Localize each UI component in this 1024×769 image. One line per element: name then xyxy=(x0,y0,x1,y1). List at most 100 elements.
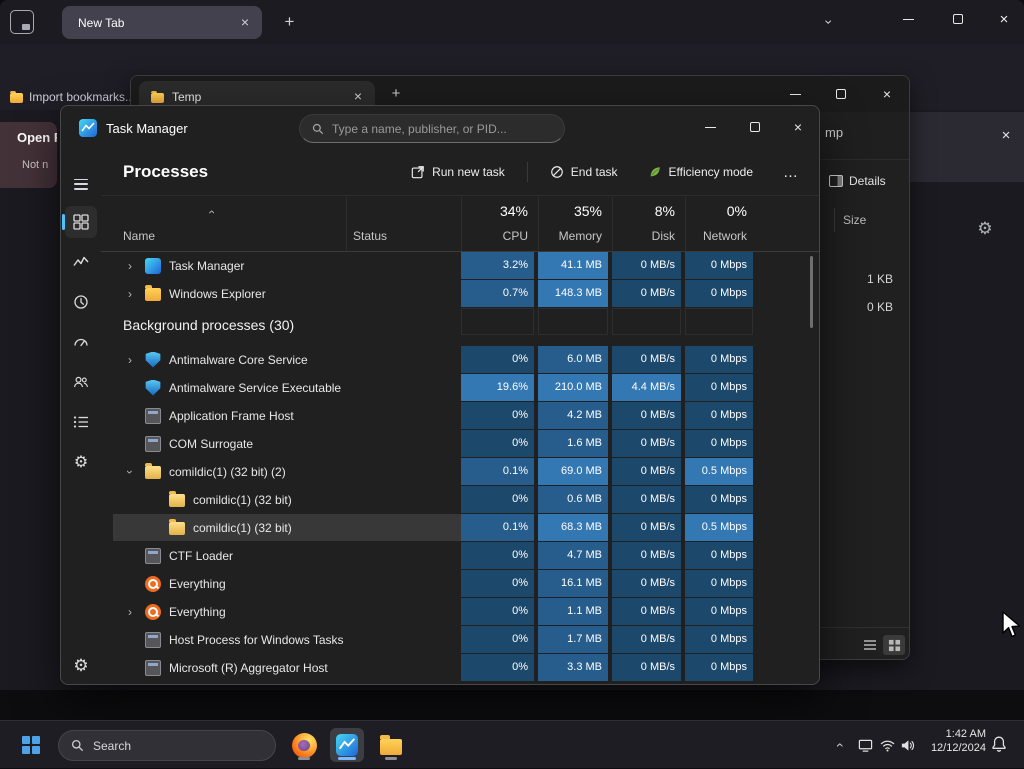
column-name[interactable]: › Name xyxy=(113,197,346,251)
taskbar-firefox-icon[interactable] xyxy=(287,728,321,762)
explorer-tab-close-icon[interactable]: × xyxy=(349,88,367,106)
process-row[interactable]: comildic(1) (32 bit) 0.1% 68.3 MB 0 MB/s 0.5… xyxy=(113,514,819,541)
search-input[interactable] xyxy=(332,121,552,136)
collapse-chevron-icon[interactable]: › xyxy=(204,210,218,214)
scrollbar-thumb[interactable] xyxy=(810,256,813,328)
efficiency-mode-button[interactable]: Efficiency mode xyxy=(640,160,762,184)
explorer-close-button[interactable]: × xyxy=(864,76,909,112)
name-cell: › Windows Explorer xyxy=(113,280,346,307)
expand-chevron-icon[interactable]: › xyxy=(123,605,137,619)
process-row[interactable]: Antimalware Service Executable 19.6% 210.0… xyxy=(113,374,819,401)
tab-close-icon[interactable]: × xyxy=(236,14,254,32)
details-pane-toggle[interactable]: Details xyxy=(829,174,886,188)
settings-gear-icon[interactable]: ⚙ xyxy=(69,654,93,678)
nav-startup-apps-icon[interactable] xyxy=(65,326,97,358)
tm-close-button[interactable]: × xyxy=(777,112,819,142)
disk-cell: 0 MB/s xyxy=(612,458,681,485)
thumbnails-view-icon[interactable] xyxy=(883,635,905,655)
notification-bar-fragment: × xyxy=(910,112,1024,182)
taskbar-task-manager-icon[interactable] xyxy=(330,728,364,762)
column-memory[interactable]: 35% Memory xyxy=(538,197,608,251)
process-row[interactable]: Everything 0% 16.1 MB 0 MB/s 0 Mbps xyxy=(113,570,819,597)
efficiency-mode-leaf-icon xyxy=(650,167,660,177)
process-row[interactable]: › Everything 0% 1.1 MB 0 MB/s 0 Mbps xyxy=(113,598,819,625)
process-row[interactable]: › Windows Explorer 0.7% 148.3 MB 0 MB/s 0 Mbp… xyxy=(113,280,819,307)
network-cell xyxy=(685,308,753,335)
window-close-button[interactable]: × xyxy=(984,0,1024,38)
taskbar-search[interactable]: Search xyxy=(58,730,276,761)
tray-show-hidden-icons-chevron[interactable]: › xyxy=(828,721,848,769)
tm-minimize-button[interactable] xyxy=(689,112,731,142)
browser-tab[interactable]: New Tab × xyxy=(62,6,262,39)
expand-chevron-icon[interactable]: › xyxy=(123,353,137,367)
new-tab-button[interactable]: + xyxy=(278,11,301,34)
name-cell: COM Surrogate xyxy=(113,430,346,457)
window-maximize-button[interactable] xyxy=(938,0,978,38)
process-row[interactable]: › Antimalware Core Service 0% 6.0 MB 0 MB/s 0… xyxy=(113,346,819,373)
newtab-personalize-gear-icon[interactable]: ⚙ xyxy=(974,218,996,240)
process-row[interactable]: › Task Manager 3.2% 41.1 MB 0 MB/s 0 Mbps xyxy=(113,252,819,279)
size-column-header[interactable]: Size xyxy=(843,213,866,227)
task-manager-nav-rail: ⚙ ⚙ xyxy=(61,150,101,684)
nav-users-icon[interactable] xyxy=(65,366,97,398)
process-name: comildic(1) (32 bit) xyxy=(193,492,292,507)
tray-volume-icon[interactable] xyxy=(898,736,916,754)
task-manager-title-bar[interactable]: Task Manager × xyxy=(61,106,819,150)
process-row[interactable]: Application Frame Host 0% 4.2 MB 0 MB/s 0 Mb… xyxy=(113,402,819,429)
column-status[interactable]: Status xyxy=(346,197,461,251)
firefox-view-icon[interactable] xyxy=(10,10,34,34)
nav-app-history-icon[interactable] xyxy=(65,286,97,318)
explorer-maximize-button[interactable] xyxy=(818,76,864,112)
start-button[interactable] xyxy=(16,730,46,760)
process-row[interactable]: comildic(1) (32 bit) 0% 0.6 MB 0 MB/s 0 Mbps xyxy=(113,486,819,513)
process-row[interactable]: Host Process for Windows Tasks 0% 1.7 MB 0 … xyxy=(113,626,819,653)
details-view-icon[interactable] xyxy=(859,635,881,655)
process-name: Everything xyxy=(169,604,226,619)
clock-date: 12/12/2024 xyxy=(930,742,986,754)
cpu-cell: 0% xyxy=(461,542,534,569)
notification-bell-icon[interactable] xyxy=(990,735,1010,755)
nav-details-icon[interactable] xyxy=(65,406,97,438)
disk-cell xyxy=(612,308,681,335)
nav-performance-icon[interactable] xyxy=(65,246,97,278)
tm-maximize-button[interactable] xyxy=(734,112,776,142)
process-name: COM Surrogate xyxy=(169,436,254,451)
memory-cell: 1.1 MB xyxy=(538,598,608,625)
tray-wifi-icon[interactable] xyxy=(878,736,896,754)
process-row[interactable]: Microsoft (R) Aggregator Host 0% 3.3 MB 0 M… xyxy=(113,654,819,681)
explorer-new-tab-button[interactable]: + xyxy=(385,83,407,105)
dialog-option-fragment[interactable]: Not n xyxy=(22,159,57,171)
task-manager-logo-icon xyxy=(336,734,358,756)
disk-cell: 0 MB/s xyxy=(612,430,681,457)
toolbar-more-icon[interactable]: … xyxy=(775,164,807,181)
process-row[interactable]: CTF Loader 0% 4.7 MB 0 MB/s 0 Mbps xyxy=(113,542,819,569)
run-new-task-button[interactable]: Run new task xyxy=(403,160,513,184)
end-task-button[interactable]: End task xyxy=(542,160,626,184)
nav-services-icon[interactable]: ⚙ xyxy=(65,446,97,478)
process-row[interactable]: COM Surrogate 0% 1.6 MB 0 MB/s 0 Mbps xyxy=(113,430,819,457)
expand-chevron-icon[interactable]: › xyxy=(123,465,137,479)
expand-chevron-icon[interactable]: › xyxy=(123,259,137,273)
network-cell: 0 Mbps xyxy=(685,402,753,429)
process-row[interactable]: › comildic(1) (32 bit) (2) 0.1% 69.0 MB 0 MB… xyxy=(113,458,819,485)
disk-cell: 0 MB/s xyxy=(612,486,681,513)
name-cell: › Antimalware Core Service xyxy=(113,346,346,373)
disk-cell: 0 MB/s xyxy=(612,626,681,653)
column-network[interactable]: 0% Network xyxy=(685,197,753,251)
column-disk[interactable]: 8% Disk xyxy=(612,197,681,251)
tray-monitor-icon[interactable] xyxy=(856,736,874,754)
window-minimize-button[interactable] xyxy=(888,0,928,38)
list-all-tabs-icon[interactable]: › xyxy=(816,10,842,36)
expand-chevron-icon[interactable]: › xyxy=(123,287,137,301)
import-bookmarks-label[interactable]: Import bookmarks... xyxy=(29,90,135,104)
column-cpu[interactable]: 34% CPU xyxy=(461,197,534,251)
cpu-cell: 0% xyxy=(461,430,534,457)
task-manager-search-box[interactable] xyxy=(299,114,565,143)
taskbar-clock[interactable]: 1:42 AM 12/12/2024 xyxy=(920,727,986,755)
cpu-cell xyxy=(461,308,534,335)
nav-processes-icon[interactable] xyxy=(65,206,97,238)
process-group-header[interactable]: Background processes (30) xyxy=(113,308,819,345)
nav-hamburger-icon[interactable] xyxy=(65,168,97,200)
taskbar-file-explorer-icon[interactable] xyxy=(374,728,408,762)
notification-close-icon[interactable]: × xyxy=(996,126,1016,146)
